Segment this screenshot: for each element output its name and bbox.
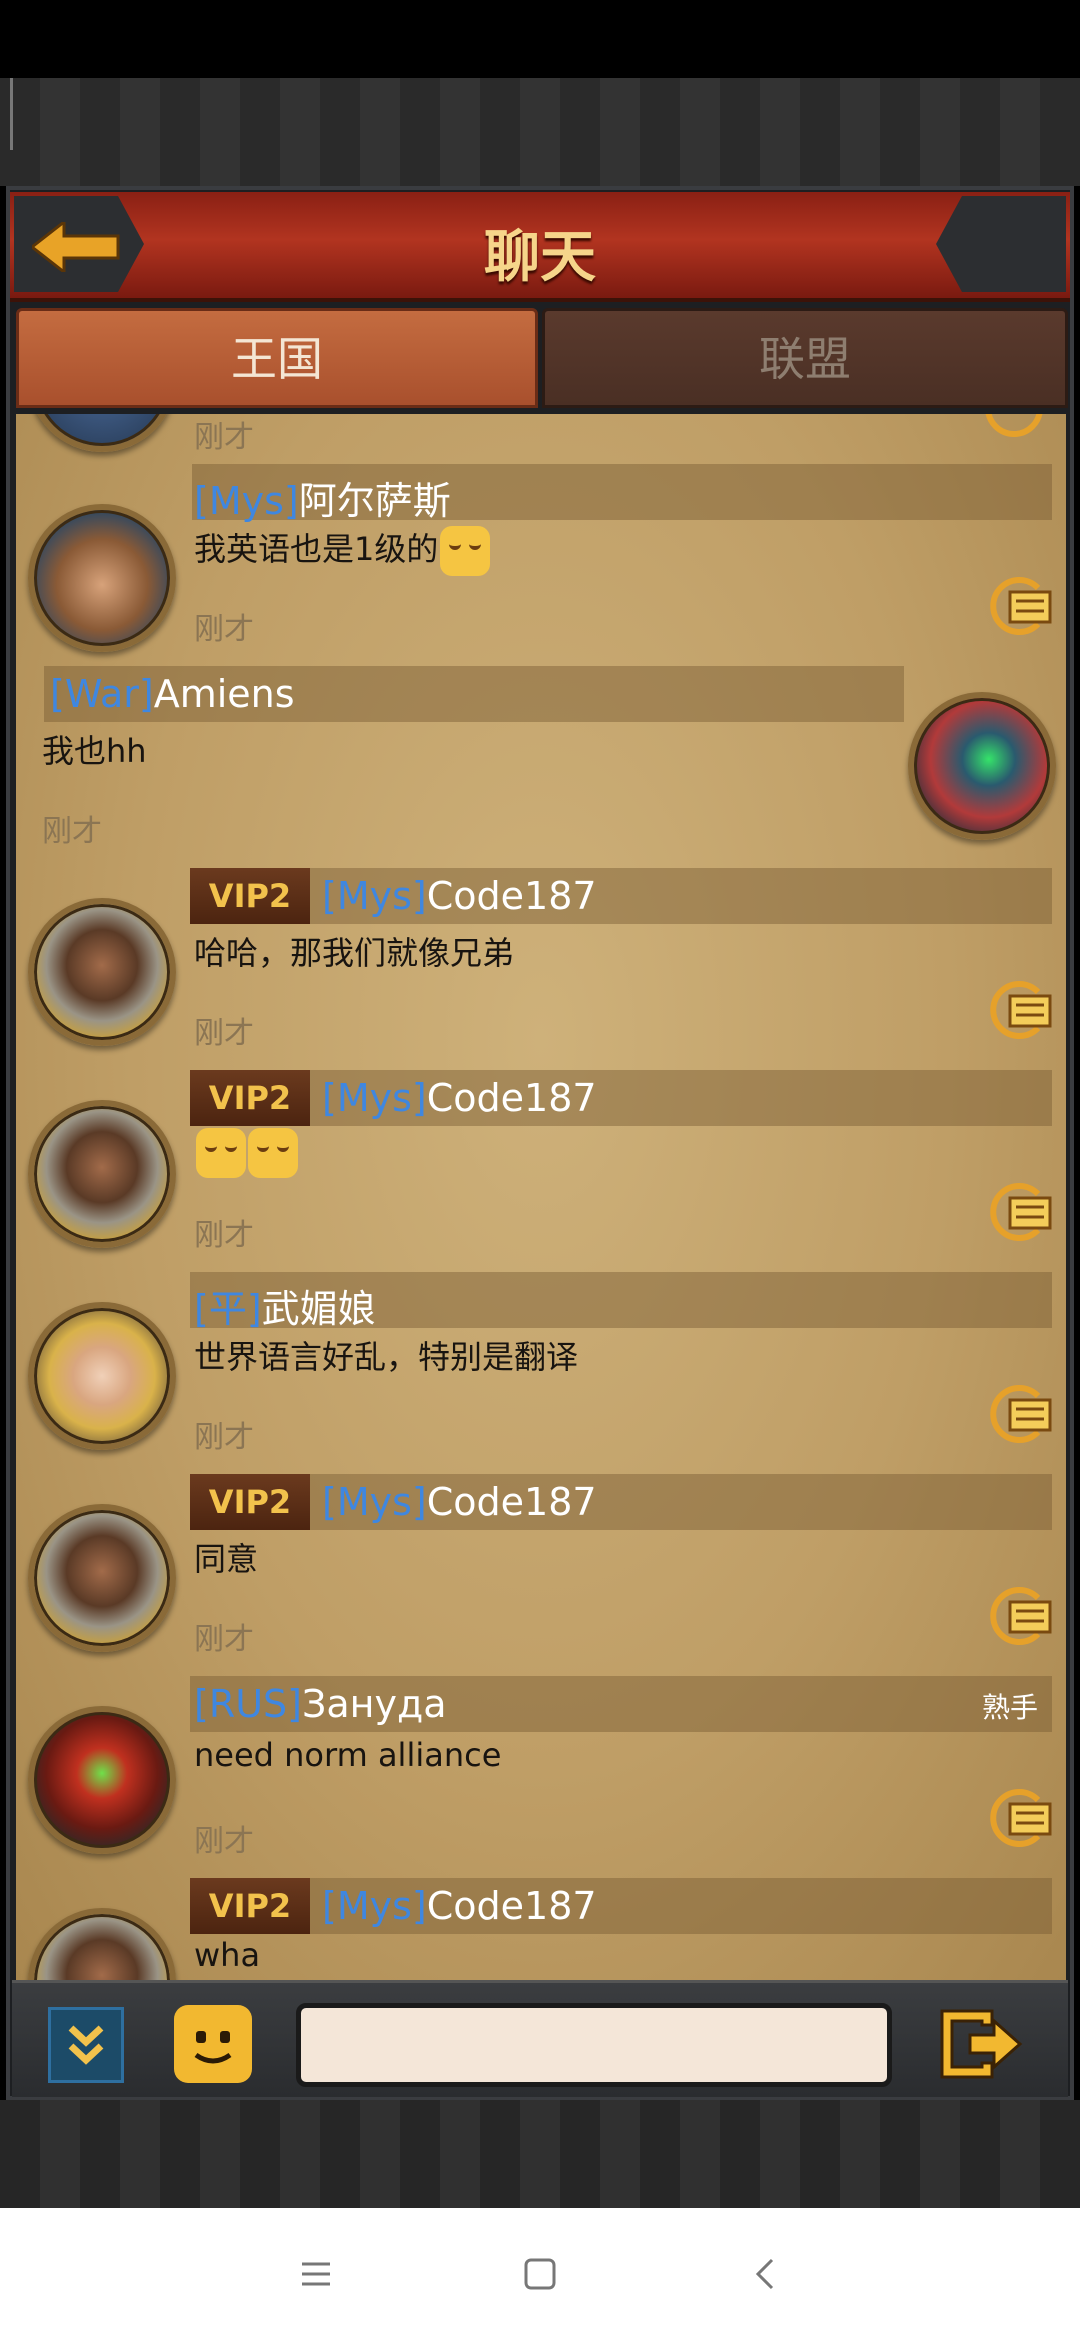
reply-icon[interactable] xyxy=(984,1382,1056,1446)
name-bar: [War]Amiens xyxy=(44,666,904,722)
reply-icon[interactable] xyxy=(984,1584,1056,1648)
message-text xyxy=(194,1128,298,1178)
chevron-down-double-icon xyxy=(68,2025,104,2065)
message-text-content: 我英语也是1级的 xyxy=(194,530,439,568)
list-item: [War]Amiens 我也hh 刚才 xyxy=(16,666,1066,868)
message-text: 世界语言好乱，特别是翻译 xyxy=(194,1338,579,1376)
avatar[interactable] xyxy=(28,1302,176,1450)
list-item: VIP2 [Mys]Code187 wha xyxy=(16,1878,1066,1980)
list-item: VIP2 [Mys]Code187 同意 刚才 xyxy=(16,1474,1066,1676)
player-name[interactable]: Code187 xyxy=(427,1076,597,1120)
message-time: 刚才 xyxy=(194,1420,254,1455)
reply-icon[interactable] xyxy=(984,1786,1056,1850)
alliance-tag: [Mys] xyxy=(322,1480,427,1524)
message-time: 刚才 xyxy=(42,814,102,849)
vip-badge: VIP2 xyxy=(190,1474,310,1530)
list-item: VIP2 [Mys]Code187 哈哈，那我们就像兄弟 刚才 xyxy=(16,868,1066,1070)
name-bar: [RUS]Зануда 熟手 xyxy=(190,1676,1052,1732)
decor-bottom xyxy=(0,2100,1080,2208)
message-text: 哈哈，那我们就像兄弟 xyxy=(194,934,515,972)
message-text: 同意 xyxy=(194,1540,259,1578)
alliance-tag: [Mys] xyxy=(322,1884,427,1928)
avatar[interactable] xyxy=(28,1706,176,1854)
send-icon[interactable] xyxy=(936,2005,1026,2083)
avatar[interactable] xyxy=(28,1504,176,1652)
emoji-laugh-icon xyxy=(440,526,491,576)
alliance-tag: [Mys] xyxy=(194,479,299,523)
message-text: need norm alliance xyxy=(194,1736,502,1774)
message-time: 刚才 xyxy=(194,1016,254,1051)
message-input[interactable] xyxy=(296,2003,892,2087)
reply-icon[interactable] xyxy=(984,414,1056,440)
list-item: [RUS]Зануда 熟手 need norm alliance 刚才 xyxy=(16,1676,1066,1878)
player-name[interactable]: 武媚娘 xyxy=(262,1287,376,1331)
list-item: [Mys]阿尔萨斯 我英语也是1级的 刚才 xyxy=(16,464,1066,666)
decor-top xyxy=(0,78,1080,186)
name-bar: VIP2 [Mys]Code187 xyxy=(190,1474,1052,1530)
page-title: 聊天 xyxy=(484,225,596,290)
message-text: 我英语也是1级的 xyxy=(194,524,491,576)
system-nav-bar xyxy=(0,2208,1080,2340)
alliance-tag: [RUS] xyxy=(194,1682,302,1726)
title-bar: 聊天 xyxy=(10,192,1070,302)
message-time: 刚才 xyxy=(194,1824,254,1859)
reply-icon[interactable] xyxy=(984,574,1056,638)
alliance-tag: [Mys] xyxy=(322,1076,427,1120)
reply-icon[interactable] xyxy=(984,978,1056,1042)
alliance-tag: [Mys] xyxy=(322,874,427,918)
avatar[interactable] xyxy=(28,1908,176,1980)
reply-icon[interactable] xyxy=(984,1180,1056,1244)
message-time: 刚才 xyxy=(194,420,254,455)
chat-list[interactable]: 刚才 [Mys]阿尔萨斯 我英语也是1级的 刚才 [War]Amiens 我也h… xyxy=(16,414,1066,1980)
name-bar: VIP2 [Mys]Code187 xyxy=(190,868,1052,924)
message-time: 刚才 xyxy=(194,612,254,647)
list-item: 刚才 xyxy=(16,414,1066,455)
title-plate-right xyxy=(936,196,1066,292)
name-bar: VIP2 [Mys]Code187 xyxy=(190,1070,1052,1126)
player-name[interactable]: 阿尔萨斯 xyxy=(299,479,451,523)
name-bar: [平]武媚娘 xyxy=(190,1272,1052,1331)
tab-kingdom[interactable]: 王国 xyxy=(16,308,538,408)
message-time: 刚才 xyxy=(194,1622,254,1657)
avatar[interactable] xyxy=(28,1100,176,1248)
back-icon[interactable] xyxy=(748,2256,784,2292)
alliance-tag: [平] xyxy=(194,1287,262,1331)
emoji-button[interactable] xyxy=(174,2005,252,2083)
name-bar: VIP2 [Mys]Code187 xyxy=(190,1878,1052,1934)
message-text: wha xyxy=(194,1936,261,1974)
player-name[interactable]: Зануда xyxy=(302,1682,447,1726)
alliance-tag: [War] xyxy=(50,672,154,716)
list-item: [平]武媚娘 世界语言好乱，特别是翻译 刚才 xyxy=(16,1272,1066,1474)
rank-label: 熟手 xyxy=(981,1691,1038,1724)
vip-badge: VIP2 xyxy=(190,1070,310,1126)
home-icon[interactable] xyxy=(522,2256,558,2292)
emoji-laugh-icon xyxy=(248,1128,298,1178)
player-name[interactable]: Code187 xyxy=(427,1884,597,1928)
name-bar: [Mys]阿尔萨斯 xyxy=(192,464,1052,523)
player-name[interactable]: Code187 xyxy=(427,874,597,918)
message-text: 我也hh xyxy=(42,732,147,770)
expand-button[interactable] xyxy=(48,2007,124,2083)
player-name[interactable]: Amiens xyxy=(154,672,295,716)
list-item: VIP2 [Mys]Code187 刚才 xyxy=(16,1070,1066,1272)
tab-alliance[interactable]: 联盟 xyxy=(542,308,1068,408)
avatar[interactable] xyxy=(28,898,176,1046)
avatar[interactable] xyxy=(908,692,1056,840)
menu-icon[interactable] xyxy=(298,2256,334,2292)
player-name[interactable]: Code187 xyxy=(427,1480,597,1524)
avatar[interactable] xyxy=(28,504,176,652)
vip-badge: VIP2 xyxy=(190,1878,310,1934)
emoji-icon xyxy=(194,2031,232,2064)
message-time: 刚才 xyxy=(194,1218,254,1253)
input-bar xyxy=(12,1980,1068,2097)
avatar[interactable] xyxy=(28,414,176,452)
vip-badge: VIP2 xyxy=(190,868,310,924)
status-bar xyxy=(0,0,1080,78)
emoji-laugh-icon xyxy=(196,1128,246,1178)
